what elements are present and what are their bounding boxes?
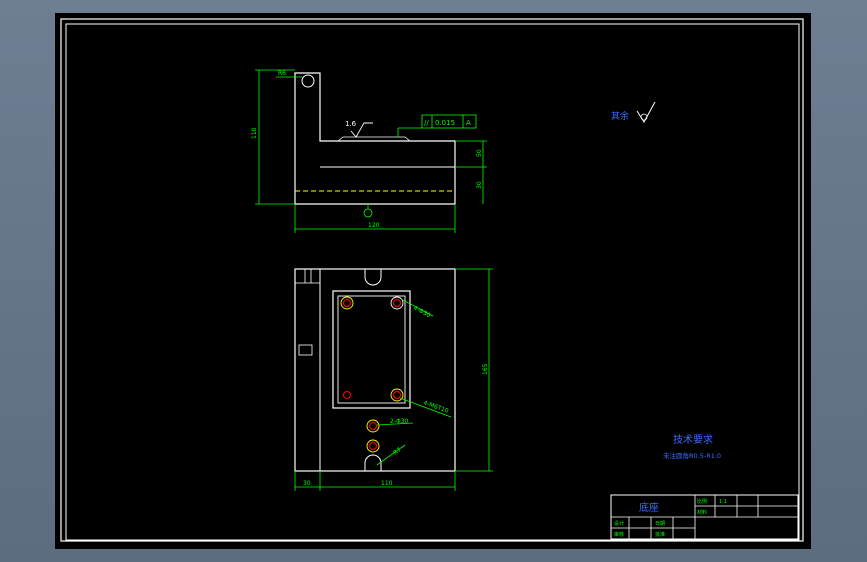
material-label: 材料 [697,509,707,516]
hole-lower-1 [366,419,380,433]
callout-3: 2-Φ30 [390,418,409,425]
cad-viewport[interactable]: 110 R6 120 50 30 1.6 // 0.015 A 4-Φ30 4-… [55,13,811,549]
surface-note: 其余 [611,101,656,123]
top-view[interactable]: 4-Φ30 4-M6T10 2-Φ30 R7 165 30 110 [294,268,493,491]
tech-requirements-title: 技术要求 [673,433,713,446]
scale-value: 1:1 [719,499,727,505]
designer-label: 设计 [614,520,624,527]
front-right-dim-top: 50 [476,149,483,157]
top-width-dim: 110 [381,480,393,487]
tolerance-value: 0.015 [435,119,455,127]
front-right-dim-bottom: 30 [476,181,483,189]
front-height-dim: 110 [251,127,258,139]
front-view[interactable]: 110 R6 120 50 30 1.6 // 0.015 A [251,69,487,233]
title-block[interactable]: 底座 比例 1:1 材料 设计 日期 审核 批准 [610,494,799,540]
front-width-dim: 120 [368,222,380,229]
callout-2: 4-M6T10 [422,399,449,415]
hole-top-left [340,296,354,310]
datum-symbol [363,208,373,218]
top-view-bottom-notch [364,454,382,471]
surface-note-label: 其余 [611,110,629,122]
top-view-slot [298,344,313,356]
cad-drawing: 110 R6 120 50 30 1.6 // 0.015 A 4-Φ30 4-… [60,18,804,542]
hole-dim-label: R6 [278,70,286,77]
top-left-dim: 30 [303,480,311,487]
date-label: 日期 [655,521,665,527]
callout-1: 4-Φ30 [412,305,432,320]
checker-label: 审核 [614,531,624,538]
pocket-inner [337,295,406,404]
parallelism-icon: // [424,119,429,127]
sheet-inner-border [65,23,800,541]
front-view-outline [294,72,456,205]
tech-requirements: 技术要求 未注圆角R0.5-R1.0 [663,433,721,460]
hole-bottom-left [342,390,352,400]
datum-label: A [466,119,471,127]
part-name: 底座 [639,501,659,514]
front-view-chamfer [337,136,411,142]
roughness-circle-icon [640,113,648,121]
top-height-dim: 165 [482,363,489,375]
scale-label: 比例 [697,498,707,505]
hole-bottom-right [390,388,404,402]
approver-label: 批准 [655,531,665,538]
sheet-outer-border [60,18,804,542]
callout-4-leader [376,444,406,466]
hole-lower-2 [366,439,380,453]
pin-hole [301,74,315,88]
top-view-top-notch [364,269,382,286]
roughness-value: 1.6 [345,120,357,128]
tech-requirements-line1: 未注圆角R0.5-R1.0 [663,451,721,460]
